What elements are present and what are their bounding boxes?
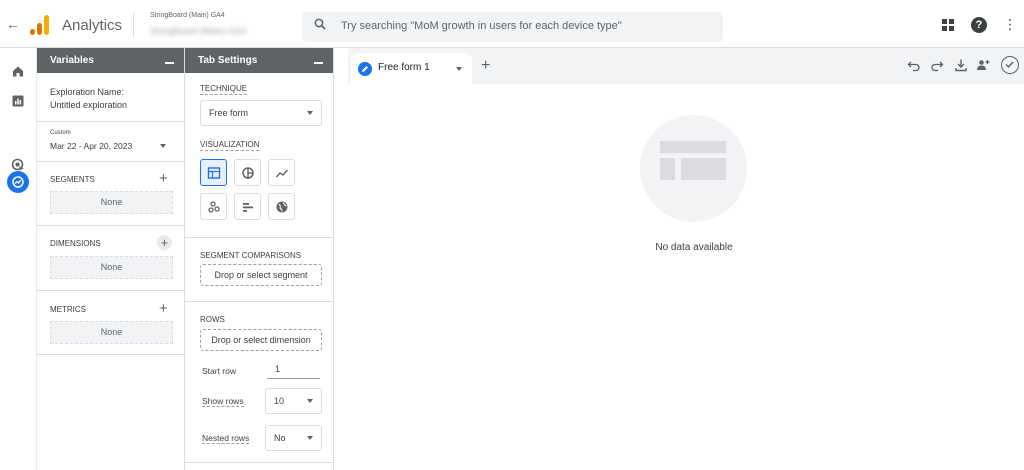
nested-rows-label: Nested rows	[202, 433, 250, 444]
top-bar: ← Analytics StringBoard (Main) GA4 Strin…	[0, 0, 1024, 48]
empty-state-message: No data available	[655, 242, 733, 253]
nested-rows-select[interactable]: No	[265, 425, 322, 451]
app-title: Analytics	[62, 17, 123, 34]
tab-menu-chevron-icon[interactable]	[456, 67, 462, 71]
search-placeholder: Try searching "MoM growth in users for e…	[341, 20, 622, 32]
apps-grid-icon[interactable]	[942, 19, 954, 31]
search-bar[interactable]: Try searching "MoM growth in users for e…	[302, 12, 723, 42]
date-range-value: Mar 22 - Apr 20, 2023	[50, 141, 133, 151]
help-icon[interactable]: ?	[971, 17, 987, 33]
nested-rows-value: No	[274, 433, 286, 443]
chevron-down-icon	[160, 144, 166, 148]
variables-header: Variables	[37, 48, 184, 73]
share-users-icon[interactable]	[976, 58, 990, 72]
rows-dropzone[interactable]: Drop or select dimension	[200, 329, 322, 351]
reports-icon[interactable]	[10, 93, 26, 109]
viz-donut-button[interactable]	[234, 159, 261, 186]
date-range-tag: Custom	[50, 130, 71, 136]
tab-settings-panel: Tab Settings TECHNIQUE Free form VISUALI…	[185, 48, 334, 470]
section-divider	[37, 161, 184, 162]
exploration-name-label: Exploration Name:	[50, 87, 125, 97]
line-chart-icon	[275, 169, 289, 178]
section-divider	[37, 290, 184, 291]
rows-label: ROWS	[200, 315, 225, 324]
variables-title: Variables	[50, 55, 94, 66]
add-metric-icon[interactable]: +	[159, 301, 168, 316]
tab-settings-header: Tab Settings	[185, 48, 333, 73]
start-row-value: 1	[275, 364, 281, 374]
segment-comparisons-label: SEGMENT COMPARISONS	[200, 251, 302, 260]
edit-pencil-icon	[358, 62, 372, 76]
section-divider	[37, 225, 184, 226]
viz-geo-button[interactable]	[268, 193, 295, 220]
date-range-picker[interactable]: Custom Mar 22 - Apr 20, 2023	[50, 130, 173, 154]
tab-strip: Free form 1 +	[348, 48, 1024, 84]
add-dimension-icon[interactable]: +	[157, 235, 172, 250]
viz-scatter-button[interactable]	[200, 193, 227, 220]
redo-icon[interactable]	[930, 58, 944, 72]
account-name[interactable]: StringBoard (Main) GA4	[150, 12, 225, 19]
chevron-down-icon	[307, 111, 313, 115]
variables-panel: Variables Exploration Name: Untitled exp…	[37, 48, 185, 470]
illustration-header-bar	[660, 141, 726, 153]
scatter-plot-icon	[208, 201, 220, 213]
segments-label: SEGMENTS	[50, 175, 95, 184]
illustration-body	[681, 158, 726, 180]
segments-none: None	[50, 191, 173, 214]
add-tab-icon[interactable]: +	[481, 58, 490, 74]
add-segment-icon[interactable]: +	[159, 171, 168, 186]
start-row-label: Start row	[202, 366, 237, 376]
undo-icon[interactable]	[907, 58, 921, 72]
technique-label: TECHNIQUE	[200, 84, 248, 95]
show-rows-value: 10	[274, 396, 285, 406]
check-circle-icon[interactable]	[1001, 56, 1019, 74]
empty-table-illustration	[640, 115, 747, 222]
more-vert-icon[interactable]: ⋮	[1003, 17, 1017, 31]
search-icon	[314, 18, 326, 30]
chevron-down-icon	[307, 399, 313, 403]
metrics-none: None	[50, 321, 173, 344]
back-arrow-icon[interactable]: ←	[6, 16, 20, 32]
chevron-down-icon	[307, 436, 313, 440]
analytics-logo-icon	[30, 15, 50, 35]
donut-chart-icon	[242, 167, 254, 179]
visualization-label: VISUALIZATION	[200, 140, 260, 151]
left-nav-rail	[0, 48, 37, 470]
dimensions-label: DIMENSIONS	[50, 239, 101, 248]
tab-label: Free form 1	[378, 62, 430, 73]
collapse-tab-settings-icon[interactable]	[314, 62, 323, 64]
viz-table-button[interactable]	[200, 159, 227, 186]
advertising-icon[interactable]	[10, 157, 26, 173]
exploration-name-input[interactable]: Untitled exploration	[50, 100, 127, 110]
property-name[interactable]: StringBoard (Main) GA4	[150, 26, 246, 36]
download-icon[interactable]	[954, 58, 968, 72]
bar-chart-icon	[243, 203, 253, 212]
section-divider	[185, 301, 333, 302]
illustration-column	[660, 158, 675, 180]
technique-value: Free form	[209, 108, 249, 118]
geo-map-icon	[276, 201, 288, 213]
dimensions-none: None	[50, 256, 173, 279]
exploration-canvas: Free form 1 + No data available	[348, 48, 1024, 470]
section-divider	[185, 462, 333, 463]
explore-icon[interactable]	[7, 171, 29, 193]
section-divider	[37, 354, 184, 355]
viz-line-button[interactable]	[268, 159, 295, 186]
header-divider	[133, 13, 134, 37]
start-row-input[interactable]: 1	[267, 360, 320, 379]
technique-select[interactable]: Free form	[200, 100, 322, 126]
viz-bar-button[interactable]	[234, 193, 261, 220]
section-divider	[37, 121, 184, 122]
show-rows-select[interactable]: 10	[265, 388, 322, 414]
show-rows-label: Show rows	[202, 396, 244, 407]
collapse-variables-icon[interactable]	[165, 62, 174, 64]
segment-dropzone[interactable]: Drop or select segment	[200, 264, 322, 286]
section-divider	[185, 237, 333, 238]
tab-free-form-1[interactable]: Free form 1	[351, 53, 472, 84]
home-icon[interactable]	[10, 63, 26, 79]
metrics-label: METRICS	[50, 305, 86, 314]
table-icon	[207, 167, 221, 179]
tab-settings-title: Tab Settings	[198, 55, 258, 66]
